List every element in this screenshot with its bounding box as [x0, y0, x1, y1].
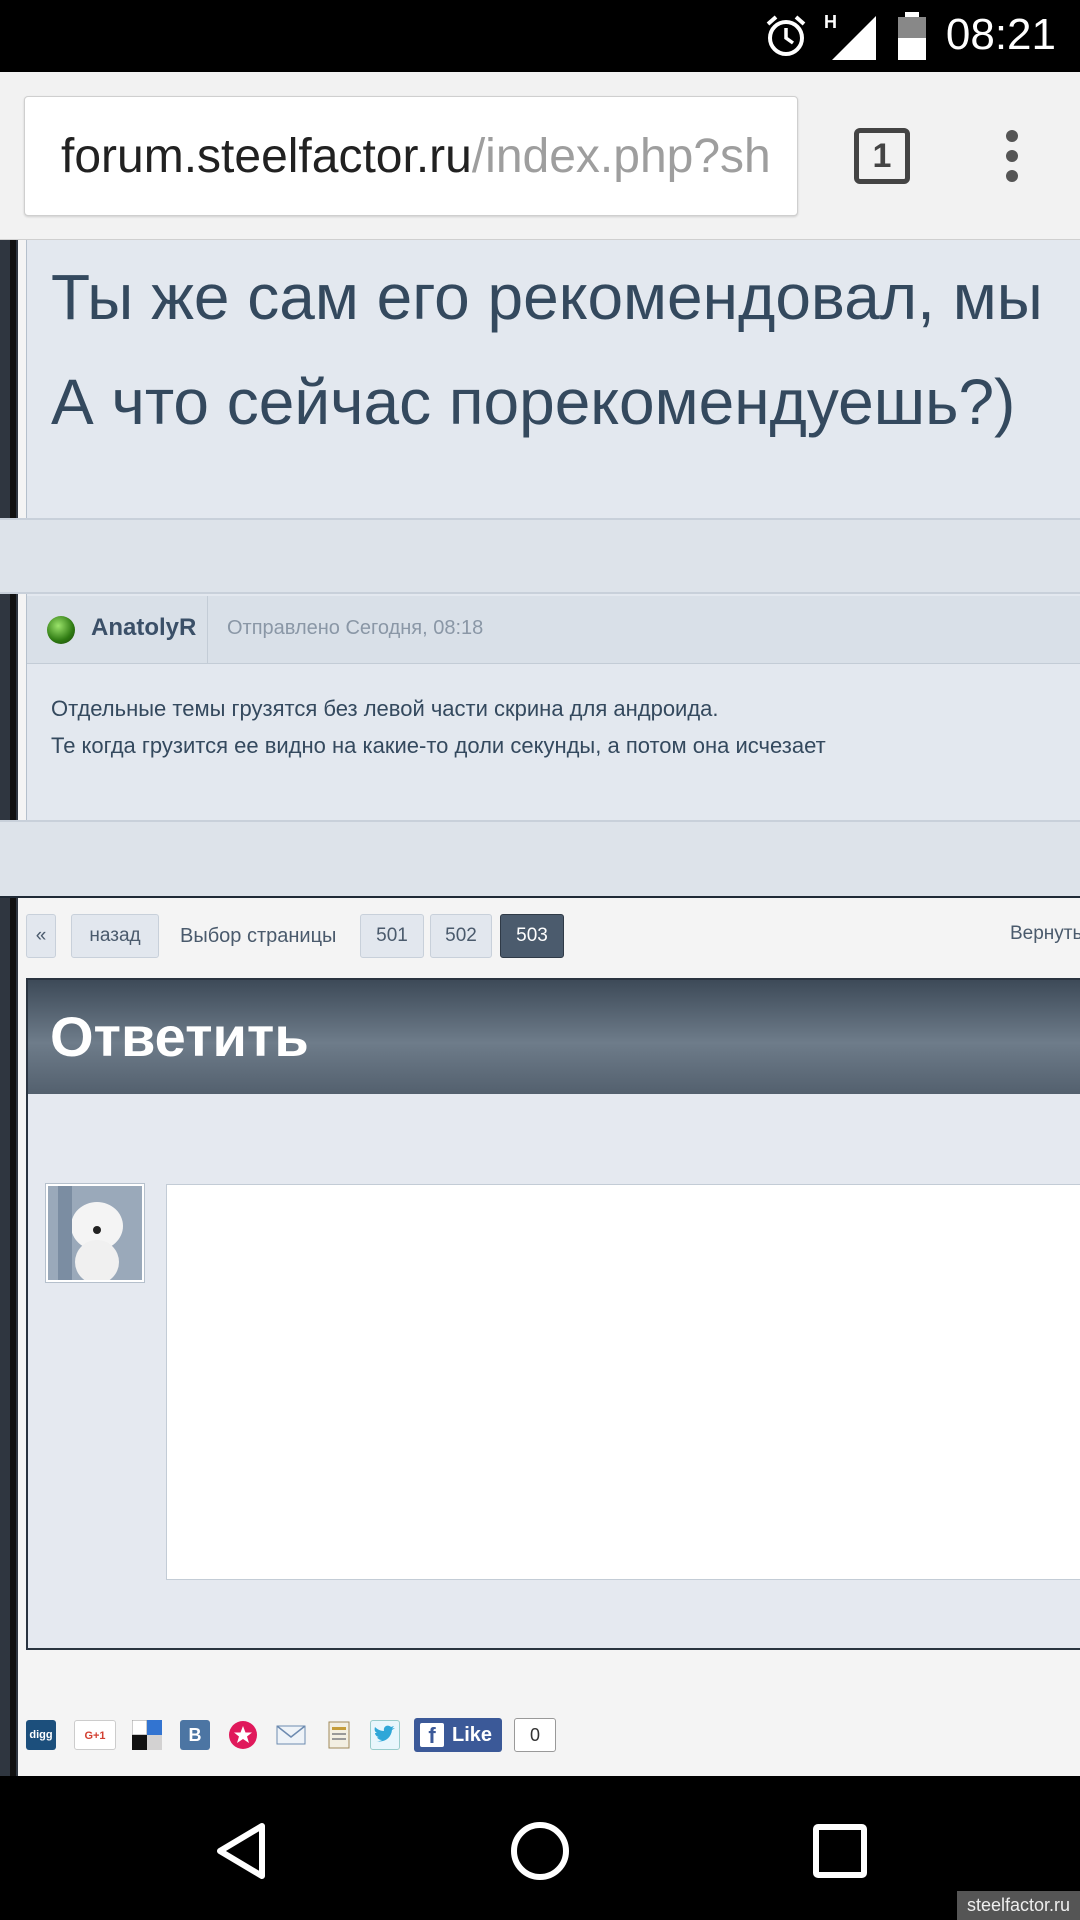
- twitter-icon[interactable]: [370, 1720, 400, 1750]
- post-body: Отдельные темы грузятся без левой части …: [51, 690, 826, 764]
- url-host: forum.steelfactor.ru: [61, 130, 472, 183]
- home-icon[interactable]: [505, 1816, 575, 1886]
- facebook-icon: f: [420, 1723, 444, 1748]
- post-anatolyr: AnatolyR Отправлено Сегодня, 08:18 Отдел…: [26, 596, 1080, 826]
- tab-switcher-button[interactable]: 1: [854, 128, 910, 184]
- page-501-button[interactable]: 501: [360, 914, 424, 958]
- facebook-like-count: 0: [514, 1718, 556, 1752]
- overflow-menu-icon[interactable]: [992, 130, 1032, 190]
- recents-icon[interactable]: [805, 1816, 875, 1886]
- post-date: Отправлено Сегодня, 08:18: [227, 617, 484, 639]
- page-503-button[interactable]: 503: [500, 914, 564, 958]
- url-path: /index.php?sh: [471, 130, 771, 183]
- facebook-like-button[interactable]: f Like: [414, 1718, 502, 1752]
- page-502-button[interactable]: 502: [430, 914, 492, 958]
- return-link[interactable]: Вернуть: [1010, 914, 1080, 954]
- back-icon[interactable]: [206, 1816, 276, 1886]
- google-plus-icon[interactable]: G+1: [74, 1720, 116, 1750]
- print-icon[interactable]: [324, 1720, 354, 1750]
- online-status-icon: [47, 616, 75, 644]
- email-icon[interactable]: [276, 1720, 306, 1750]
- address-bar[interactable]: forum.steelfactor.ru/index.php?sh: [24, 96, 798, 216]
- reply-panel: Ответить: [26, 978, 1080, 1650]
- delicious-icon[interactable]: [131, 1719, 162, 1750]
- browser-toolbar: forum.steelfactor.ru/index.php?sh 1: [0, 72, 1080, 240]
- status-bar: H 08:21: [0, 0, 1080, 72]
- alarm-icon: [766, 15, 806, 56]
- reply-title: Ответить: [50, 1005, 309, 1068]
- reply-header: Ответить: [28, 980, 1080, 1094]
- battery-icon: [898, 12, 926, 60]
- facebook-like-label: Like: [452, 1724, 493, 1746]
- favorite-icon[interactable]: [228, 1720, 258, 1750]
- pagination: « назад Выбор страницы 501 502 503 Верну…: [26, 914, 1080, 962]
- post-text-line: Ты же сам его рекомендовал, мы: [51, 261, 1043, 333]
- network-type: H: [824, 12, 837, 32]
- post-body-line: Те когда грузится ее видно на какие-то д…: [51, 733, 826, 758]
- first-page-button[interactable]: «: [26, 914, 56, 958]
- page-content: Ты же сам его рекомендовал, мы А что сей…: [0, 240, 1080, 1776]
- post-separator: [0, 518, 1080, 594]
- header-divider: [207, 596, 208, 664]
- reply-textarea[interactable]: [166, 1184, 1080, 1580]
- dog-avatar-icon: [48, 1186, 142, 1280]
- left-edge-line: [10, 240, 16, 1776]
- vkontakte-icon[interactable]: B: [180, 1720, 210, 1750]
- avatar: [46, 1184, 144, 1282]
- post-separator: [0, 820, 1080, 898]
- watermark: steelfactor.ru: [956, 1891, 1080, 1920]
- post-header: AnatolyR Отправлено Сегодня, 08:18: [27, 596, 1080, 664]
- url-text[interactable]: forum.steelfactor.ru/index.php?sh: [61, 129, 771, 184]
- navigation-bar: steelfactor.ru: [0, 1776, 1080, 1920]
- clock: 08:21: [945, 10, 1056, 59]
- post-body-line: Отдельные темы грузятся без левой части …: [51, 696, 719, 721]
- post-author[interactable]: AnatolyR: [91, 614, 196, 642]
- page-select-label: Выбор страницы: [180, 925, 337, 947]
- signal-icon: H: [824, 12, 876, 60]
- digg-icon[interactable]: digg: [26, 1720, 56, 1750]
- back-button[interactable]: назад: [71, 914, 159, 958]
- post-text-line: А что сейчас порекомендуешь?): [51, 366, 1016, 438]
